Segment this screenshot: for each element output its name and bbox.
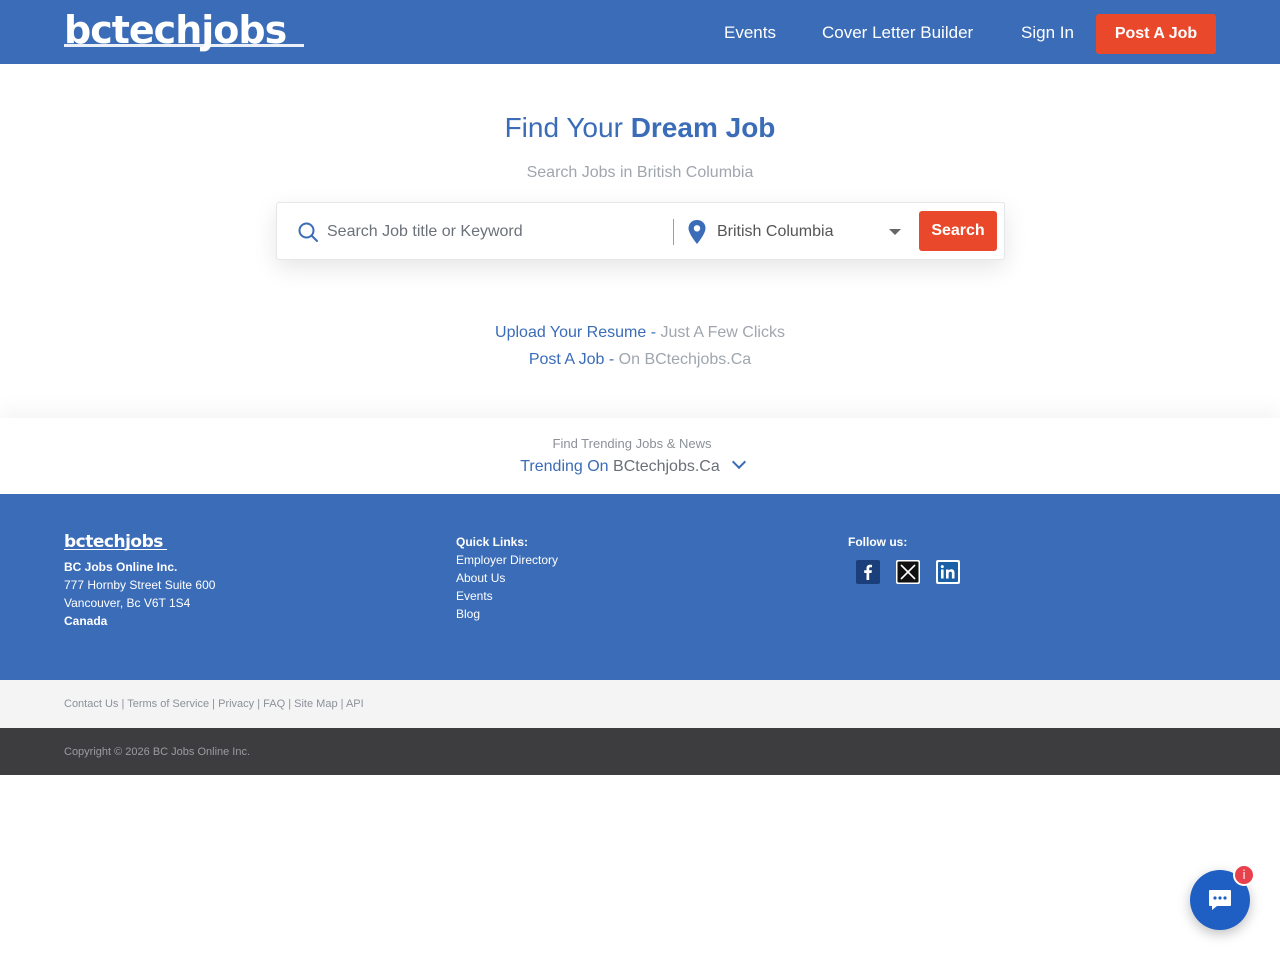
page-title: Find Your Dream Job [0, 110, 1280, 146]
nav-sign-in[interactable]: Sign In [1021, 22, 1074, 44]
copyright-bar: Copyright © 2026 BC Jobs Online Inc. [0, 728, 1280, 775]
x-icon[interactable] [896, 560, 920, 584]
footer-link-about-us[interactable]: About Us [456, 569, 505, 587]
footer-address-line1: 777 Hornby Street Suite 600 [64, 578, 216, 592]
footer-link-blog[interactable]: Blog [456, 605, 480, 623]
search-button[interactable]: Search [919, 211, 997, 251]
legal-separator: | [209, 698, 219, 710]
page-subtitle: Search Jobs in British Columbia [526, 164, 754, 181]
faq-link[interactable]: FAQ [263, 698, 285, 710]
footer-link-employer-directory[interactable]: Employer Directory [456, 551, 558, 569]
footer-company: BC Jobs Online Inc. [64, 560, 178, 574]
nav-events[interactable]: Events [724, 22, 776, 44]
linkedin-icon[interactable] [936, 560, 960, 584]
api-link[interactable]: API [346, 698, 364, 710]
quick-links-title: Quick Links: [456, 535, 529, 549]
footer-country: Canada [64, 614, 108, 628]
page-title-bold: Dream Job [630, 112, 776, 143]
post-job-link[interactable]: Post A Job - [529, 351, 614, 368]
chevron-down-icon[interactable] [889, 229, 901, 235]
trending-toggle[interactable]: Trending On BCtechjobs.Ca [0, 454, 1264, 478]
facebook-icon[interactable] [856, 560, 880, 584]
job-keyword-input[interactable] [327, 217, 657, 247]
search-icon [297, 221, 319, 243]
post-job-button[interactable]: Post A Job [1096, 14, 1216, 54]
footer-address-line2: Vancouver, Bc V6T 1S4 [64, 596, 191, 610]
job-search-bar: British Columbia Search [276, 202, 1005, 260]
chat-bubble-icon [1209, 890, 1231, 910]
top-navbar: bctechjobs Events Cover Letter Builder S… [0, 0, 1280, 64]
trending-label: Trending On [520, 458, 614, 475]
search-divider [673, 219, 674, 245]
post-job-line: Post A Job - On BCtechjobs.Ca [0, 349, 1280, 371]
trending-site: BCtechjobs.Ca [613, 458, 720, 475]
chevron-down-icon [731, 454, 746, 470]
follow-us-title: Follow us: [848, 535, 908, 549]
legal-links-bar: Contact Us | Terms of Service | Privacy … [0, 680, 1280, 728]
footer-logo-underline [64, 549, 167, 550]
upload-resume-line: Upload Your Resume - Just A Few Clicks [0, 322, 1280, 344]
location-pin-icon [687, 219, 707, 245]
site-map-link[interactable]: Site Map [294, 698, 337, 710]
legal-separator: | [337, 698, 346, 710]
nav-cover-letter-builder[interactable]: Cover Letter Builder [822, 22, 973, 44]
copyright-text: Copyright © 2026 BC Jobs Online Inc. [64, 746, 251, 758]
location-select[interactable]: British Columbia [717, 217, 907, 247]
legal-separator: | [254, 698, 264, 710]
upload-resume-link[interactable]: Upload Your Resume - [495, 324, 656, 341]
legal-links: Contact Us | Terms of Service | Privacy … [64, 697, 364, 711]
trending-caption: Find Trending Jobs & News [552, 436, 712, 451]
footer-link-events[interactable]: Events [456, 587, 493, 605]
privacy-link[interactable]: Privacy [218, 698, 254, 710]
logo-underline [64, 44, 304, 47]
post-job-note: On BCtechjobs.Ca [618, 351, 752, 368]
footer: bctechjobs BC Jobs Online Inc. 777 Hornb… [0, 494, 1280, 680]
upload-resume-note: Just A Few Clicks [660, 324, 785, 341]
trending-section: Find Trending Jobs & News Trending On BC… [0, 418, 1280, 494]
legal-separator: | [285, 698, 295, 710]
terms-of-service-link[interactable]: Terms of Service [127, 698, 209, 710]
chat-notification-badge: i [1233, 864, 1255, 886]
contact-us-link[interactable]: Contact Us [64, 698, 118, 710]
page-title-plain: Find Your [504, 112, 631, 143]
legal-separator: | [118, 698, 128, 710]
